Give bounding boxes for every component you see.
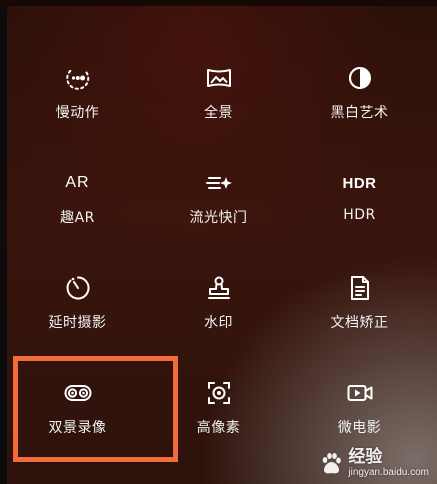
mode-label: 延时摄影 [48, 315, 107, 331]
mode-high-resolution[interactable]: 高像素 [148, 367, 289, 472]
mode-label: 文档矫正 [330, 315, 389, 331]
top-frame-edge [0, 0, 437, 6]
jingyan-watermark: 经验 jingyan.baidu.com [318, 449, 429, 478]
mode-label: 慢动作 [55, 105, 100, 121]
mode-label: 全景 [204, 105, 233, 121]
mode-label: 黑白艺术 [330, 105, 389, 121]
mode-label: 高像素 [196, 420, 241, 436]
mode-time-lapse[interactable]: 延时摄影 [7, 262, 148, 367]
mode-label: 流光快门 [189, 210, 248, 226]
mode-label: 水印 [204, 315, 233, 331]
slow-motion-icon [64, 64, 92, 92]
micro-movie-icon [346, 379, 374, 407]
watermark-stamp-icon [205, 274, 233, 302]
mode-monochrome[interactable]: 黑白艺术 [289, 52, 430, 157]
hdr-icon: HDR [342, 174, 377, 192]
mode-document[interactable]: 文档矫正 [289, 262, 430, 367]
document-icon [346, 274, 374, 302]
high-resolution-icon [205, 379, 233, 407]
mode-label: 双景录像 [48, 420, 107, 436]
baidu-paw-icon [318, 451, 344, 477]
dual-view-icon [64, 379, 92, 407]
camera-modes-grid: 慢动作 全景 黑白艺术 AR 趣AR 流光快门 HDR HDR 延时摄影 水印 … [7, 52, 430, 452]
light-painting-icon [205, 169, 233, 197]
mode-ar[interactable]: AR 趣AR [7, 157, 148, 262]
monochrome-icon [346, 64, 374, 92]
watermark-brand: 经验 [348, 447, 383, 467]
mode-watermark[interactable]: 水印 [148, 262, 289, 367]
mode-hdr[interactable]: HDR HDR [289, 157, 430, 262]
mode-label: HDR [343, 207, 376, 223]
ar-icon: AR [65, 174, 90, 191]
panorama-icon [205, 64, 233, 92]
mode-label: 趣AR [60, 210, 95, 226]
mode-label: 微电影 [337, 420, 382, 436]
mode-dual-view[interactable]: 双景录像 [7, 367, 148, 472]
time-lapse-icon [64, 274, 92, 302]
left-frame-edge [0, 0, 7, 484]
mode-slow-motion[interactable]: 慢动作 [7, 52, 148, 157]
mode-panorama[interactable]: 全景 [148, 52, 289, 157]
mode-light-painting[interactable]: 流光快门 [148, 157, 289, 262]
watermark-url: jingyan.baidu.com [348, 467, 429, 478]
